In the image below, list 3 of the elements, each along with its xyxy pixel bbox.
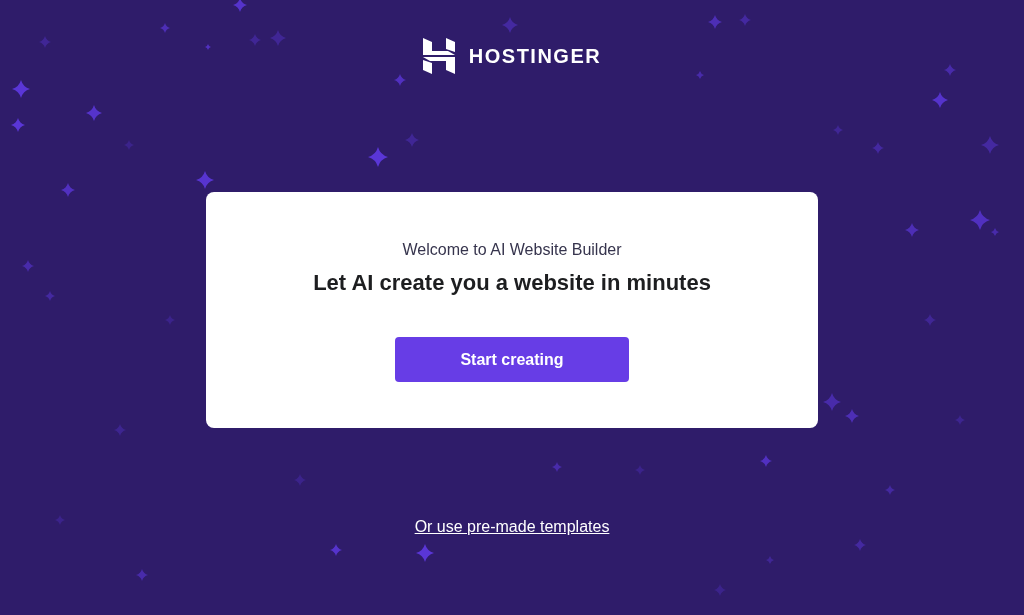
logo-text: HOSTINGER	[468, 44, 602, 68]
card-title: Let AI create you a website in minutes	[313, 269, 711, 297]
card-subtitle: Welcome to AI Website Builder	[402, 240, 622, 260]
